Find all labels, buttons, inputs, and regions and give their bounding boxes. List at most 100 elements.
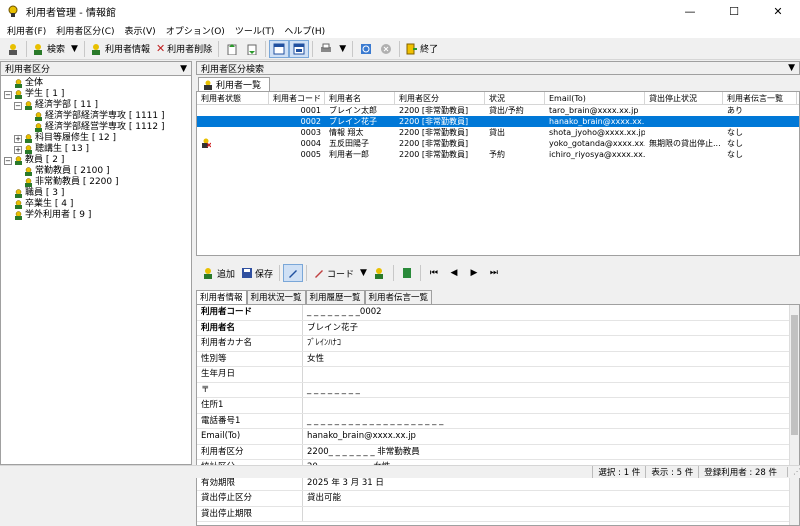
page-down-button[interactable]: [242, 40, 262, 58]
delete-user-label: 利用者削除: [167, 45, 213, 55]
user-info-button[interactable]: 利用者情報: [88, 40, 153, 58]
user-search-button[interactable]: [370, 264, 390, 282]
code-button[interactable]: コード: [310, 264, 357, 282]
view-detail-button[interactable]: [289, 39, 310, 58]
expand-toggle-icon[interactable]: +: [14, 145, 22, 154]
prev-record-button[interactable]: ◀: [444, 264, 464, 282]
tree-node[interactable]: 全体: [4, 78, 191, 89]
field-value[interactable]: _ _ _ _ _ _ _ _0002: [303, 305, 799, 320]
column-header[interactable]: 利用者コード: [269, 92, 325, 104]
table-row[interactable]: 0003 情報 翔太 2200 [非常勤教員] 貸出 shota_jyoho@xxxx.…: [197, 127, 799, 138]
toolbar-separator: [279, 265, 281, 281]
tree-node[interactable]: 常勤教員 [ 2100 ]: [4, 166, 191, 177]
delete-user-button[interactable]: ✕ 利用者削除: [153, 40, 215, 58]
cell-stop: [645, 116, 723, 127]
field-value[interactable]: 2200_ _ _ _ _ _ _ 非常勤教員: [303, 445, 799, 460]
print-dropdown[interactable]: ▼: [336, 40, 349, 58]
detail-tab[interactable]: 利用者情報: [196, 290, 247, 304]
first-record-button[interactable]: ⏮: [424, 264, 444, 282]
tree-node[interactable]: − 経済学部 [ 11 ]: [4, 100, 191, 111]
user-key-button[interactable]: [3, 40, 23, 58]
column-header[interactable]: 状況: [485, 92, 545, 104]
menu-tools[interactable]: ツール(T): [230, 24, 280, 37]
tree-node[interactable]: 職員 [ 3 ]: [4, 188, 191, 199]
tree-node[interactable]: 卒業生 [ 4 ]: [4, 199, 191, 210]
expand-toggle-icon[interactable]: +: [14, 134, 22, 143]
menu-help[interactable]: ヘルプ(H): [279, 24, 330, 37]
table-row[interactable]: 0001 ブレイン太郎 2200 [非常勤教員] 貸出/予約 taro_brain@xx…: [197, 105, 799, 116]
last-record-button[interactable]: ⏭: [484, 264, 504, 282]
field-value[interactable]: [303, 367, 799, 382]
search-button[interactable]: 検索: [30, 40, 68, 58]
menu-view[interactable]: 表示(V): [120, 24, 161, 37]
field-label: 住所1: [197, 398, 303, 413]
field-value[interactable]: [303, 507, 799, 522]
tree-node[interactable]: + 科目等履修生 [ 12 ]: [4, 133, 191, 144]
tree-node[interactable]: − 学生 [ 1 ]: [4, 89, 191, 100]
edit-button[interactable]: [283, 264, 304, 282]
page-up-button[interactable]: [222, 40, 242, 58]
tree-node[interactable]: 経済学部経営学専攻 [ 1112 ]: [4, 122, 191, 133]
user-list: 利用者状態 利用者コード 利用者名 利用者区分 状況 Email(To) 貸出停止状況 利用者…: [196, 91, 800, 256]
toolbar-separator: [218, 40, 220, 57]
next-record-button[interactable]: ▶: [464, 264, 484, 282]
chevron-down-icon[interactable]: ▼: [788, 63, 795, 73]
column-header[interactable]: 利用者状態: [197, 92, 269, 104]
table-row[interactable]: 0005 利用者一郎 2200 [非常勤教員] 予約 ichiro_riyosya@xx…: [197, 149, 799, 160]
code-dropdown[interactable]: ▼: [357, 264, 370, 282]
cell-cat: 2200 [非常勤教員]: [399, 128, 469, 137]
title-bar: 利用者管理 - 情報館 — ☐ ✕: [0, 0, 800, 22]
tree-node[interactable]: − 教員 [ 2 ]: [4, 155, 191, 166]
exit-button[interactable]: 終了: [403, 40, 441, 58]
tree-node[interactable]: 非常勤教員 [ 2200 ]: [4, 177, 191, 188]
view-list-button[interactable]: [269, 39, 290, 58]
add-button[interactable]: 追加: [200, 264, 238, 282]
menu-category[interactable]: 利用者区分(C): [51, 24, 119, 37]
refresh-button[interactable]: [356, 40, 376, 58]
save-button[interactable]: 保存: [238, 264, 276, 282]
print-button[interactable]: [316, 40, 336, 58]
expand-toggle-icon[interactable]: −: [4, 156, 12, 165]
cell-msg: なし: [727, 150, 743, 159]
field-value[interactable]: ﾌﾞﾚｲﾝﾊﾅｺ: [303, 336, 799, 351]
column-header[interactable]: 利用者名: [325, 92, 395, 104]
field-value[interactable]: hanako_brain@xxxx.xx.jp: [303, 429, 799, 444]
detail-tab[interactable]: 利用者伝言一覧: [364, 290, 433, 304]
menu-options[interactable]: オプション(O): [161, 24, 230, 37]
expand-toggle-icon[interactable]: −: [4, 90, 12, 99]
search-dropdown[interactable]: ▼: [68, 40, 81, 58]
cell-code: 0003: [300, 128, 321, 137]
minimize-button[interactable]: —: [668, 0, 712, 22]
column-header[interactable]: 利用者区分: [395, 92, 485, 104]
field-value[interactable]: ブレイン花子: [303, 321, 799, 336]
expand-toggle-icon[interactable]: −: [14, 101, 22, 110]
field-value[interactable]: 貸出可能: [303, 491, 799, 506]
field-value[interactable]: [303, 398, 799, 413]
maximize-button[interactable]: ☐: [712, 0, 756, 22]
column-header[interactable]: Email(To): [545, 92, 645, 104]
field-value[interactable]: 女性: [303, 352, 799, 367]
tree-node[interactable]: 学外利用者 [ 9 ]: [4, 210, 191, 221]
resize-grip-icon[interactable]: ⋰: [787, 467, 800, 477]
stop-button[interactable]: [376, 40, 396, 58]
table-row[interactable]: 0002 ブレイン花子 2200 [非常勤教員] hanako_brain@xxxx.…: [197, 116, 799, 127]
search-user-icon: [34, 43, 42, 55]
detail-tab[interactable]: 利用状況一覧: [246, 290, 306, 304]
search-panel: 利用者区分検索 ▼ 利用者一覧 利用者状態 利用者コード 利用者名 利用者区分 状況 Em…: [196, 61, 800, 526]
book-button[interactable]: [397, 264, 417, 282]
close-button[interactable]: ✕: [756, 0, 800, 22]
table-row[interactable]: 0004 五反田陽子 2200 [非常勤教員] yoko_gotanda@xxxx.x…: [197, 138, 799, 149]
scrollbar-thumb[interactable]: [791, 315, 798, 435]
column-header[interactable]: 利用者伝言一覧: [723, 92, 797, 104]
detail-scrollbar[interactable]: [789, 305, 799, 525]
field-value[interactable]: _ _ _ _ _ _ _ _: [303, 383, 799, 398]
chevron-down-icon[interactable]: ▼: [180, 64, 187, 74]
tree-node[interactable]: + 聴講生 [ 13 ]: [4, 144, 191, 155]
tab-user-list[interactable]: 利用者一覧: [198, 77, 271, 91]
tree-node-label: 経済学部経済学専攻 [ 1111 ]: [45, 111, 165, 121]
detail-tab[interactable]: 利用履歴一覧: [305, 290, 365, 304]
tree-node[interactable]: 経済学部経済学専攻 [ 1111 ]: [4, 111, 191, 122]
column-header[interactable]: 貸出停止状況: [645, 92, 723, 104]
menu-user[interactable]: 利用者(F): [2, 24, 51, 37]
field-value[interactable]: _ _ _ _ _ _ _ _ _ _ _ _ _ _ _ _ _ _ _ _: [303, 414, 799, 429]
